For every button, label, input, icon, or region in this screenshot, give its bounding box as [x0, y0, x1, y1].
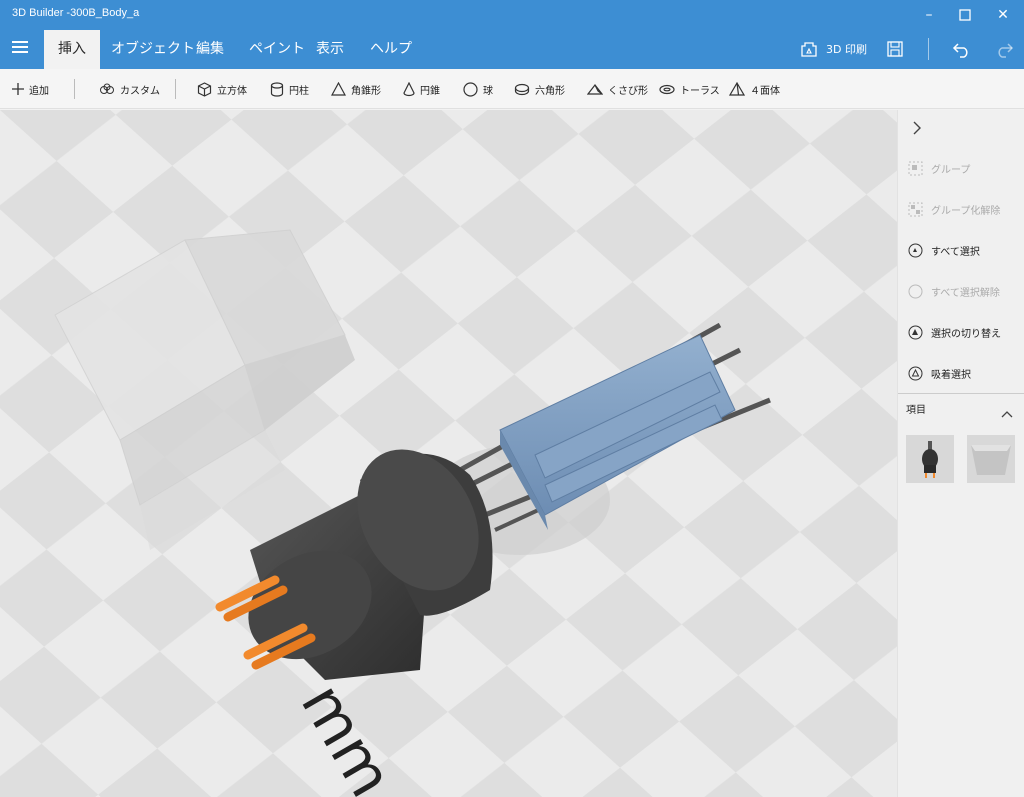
shape-wedge[interactable]: くさび形 — [587, 80, 648, 98]
shapes-toolbar: 追加 カスタム 立方体 円柱 角錐形 円錐 球 六角形 くさび形 トーラス ４面… — [0, 69, 1024, 109]
custom-button[interactable]: カスタム — [99, 80, 160, 98]
shape-sphere[interactable]: 球 — [463, 80, 493, 98]
snap-select-button[interactable]: 吸着選択 — [908, 364, 971, 382]
add-button[interactable]: 追加 — [12, 80, 49, 98]
select-all-icon — [908, 243, 923, 257]
undo-icon — [952, 43, 968, 58]
redo-icon — [998, 43, 1014, 58]
3d-viewport[interactable]: mm — [0, 110, 897, 797]
shape-tetrahedron[interactable]: ４面体 — [729, 80, 780, 98]
collapse-panel-button[interactable] — [912, 120, 922, 140]
title-bar: 3D Builder -300B_Body_a – ✕ — [0, 0, 1024, 30]
deselect-all-icon — [908, 284, 923, 298]
shape-cone[interactable]: 円錐 — [403, 80, 440, 98]
invert-selection-icon — [908, 325, 923, 339]
shape-cube[interactable]: 立方体 — [197, 80, 247, 98]
minimize-icon: – — [925, 7, 933, 23]
maximize-button[interactable] — [946, 0, 984, 30]
hexagon-icon — [514, 83, 530, 95]
cube-thumbnail-icon — [971, 445, 1011, 475]
pyramid-icon — [331, 82, 346, 96]
redo-button[interactable] — [994, 36, 1014, 62]
shape-pyramid[interactable]: 角錐形 — [331, 80, 381, 98]
tab-view[interactable]: 表示 — [302, 30, 358, 69]
tab-edit[interactable]: 編集 — [182, 30, 238, 69]
chevron-up-icon — [1001, 411, 1013, 418]
save-button[interactable] — [886, 36, 904, 62]
window-title: 3D Builder -300B_Body_a — [12, 7, 140, 19]
sphere-icon — [463, 81, 478, 97]
cube-icon — [197, 81, 212, 97]
custom-icon — [100, 83, 114, 94]
tab-help[interactable]: ヘルプ — [356, 30, 426, 69]
select-all-button[interactable]: すべて選択 — [908, 241, 980, 259]
ungroup-button[interactable]: グループ化解除 — [908, 200, 1000, 218]
group-icon — [908, 161, 923, 175]
group-button[interactable]: グループ — [908, 159, 970, 177]
3d-print-button[interactable]: 3D 印刷 — [800, 36, 867, 62]
close-button[interactable]: ✕ — [984, 0, 1022, 30]
scene-canvas[interactable]: mm — [0, 110, 897, 797]
chevron-right-icon — [913, 121, 921, 135]
ribbon: 挿入 オブジェクト 編集 ペイント 表示 ヘルプ 3D 印刷 — [0, 30, 1024, 69]
shape-torus[interactable]: トーラス — [659, 80, 720, 98]
cylinder-icon — [270, 81, 284, 97]
plus-icon — [12, 83, 24, 95]
invert-selection-button[interactable]: 選択の切り替え — [908, 323, 1001, 341]
minimize-button[interactable]: – — [910, 0, 948, 30]
collapse-items-button[interactable] — [1001, 403, 1013, 422]
tetrahedron-icon — [729, 82, 745, 96]
cone-icon — [403, 81, 415, 96]
undo-button[interactable] — [952, 36, 972, 62]
items-header: 項目 — [906, 405, 926, 416]
tube-thumbnail-icon — [922, 441, 938, 478]
selection-panel: グループ グループ化解除 すべて選択 すべて選択解除 選択の切り替え 吸着選択 … — [897, 110, 1024, 797]
printer-icon — [801, 42, 817, 57]
deselect-all-button[interactable]: すべて選択解除 — [908, 282, 1000, 300]
item-thumbnail-tube[interactable] — [906, 435, 954, 483]
wedge-icon — [587, 83, 603, 95]
shape-hexagon[interactable]: 六角形 — [514, 80, 565, 98]
save-icon — [887, 41, 903, 57]
maximize-icon — [959, 9, 971, 21]
tab-insert[interactable]: 挿入 — [44, 30, 100, 69]
hamburger-menu-icon[interactable] — [12, 41, 28, 55]
close-icon: ✕ — [997, 7, 1009, 23]
ungroup-icon — [908, 202, 923, 216]
item-thumbnail-cube[interactable] — [967, 435, 1015, 483]
snap-select-icon — [908, 366, 923, 380]
torus-icon — [659, 84, 675, 94]
shape-cylinder[interactable]: 円柱 — [270, 80, 309, 98]
